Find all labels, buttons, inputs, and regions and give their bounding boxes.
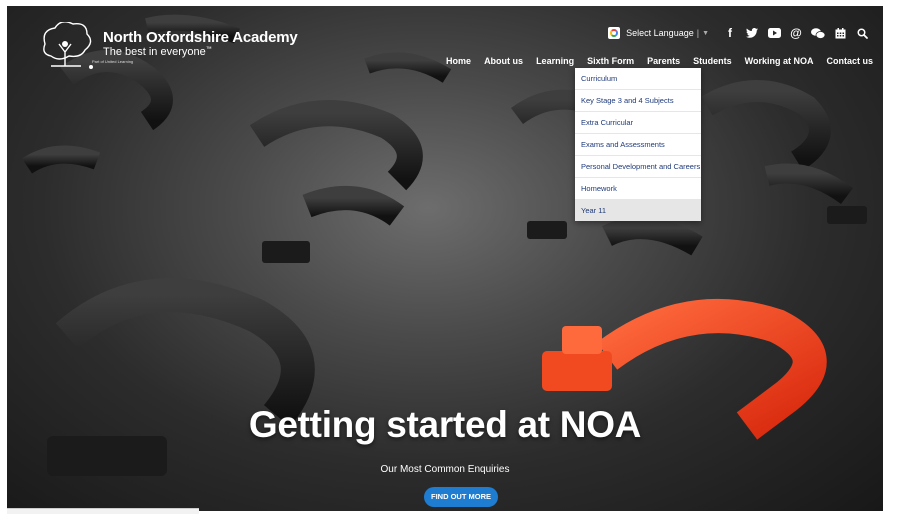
twitter-icon[interactable]	[741, 24, 763, 42]
nav-sixth-form[interactable]: Sixth Form	[587, 56, 634, 66]
google-translate-icon	[608, 27, 621, 39]
youtube-icon[interactable]	[763, 24, 785, 42]
dropdown-item-homework[interactable]: Homework	[575, 178, 701, 200]
dropdown-item-extra-curricular[interactable]: Extra Curricular	[575, 112, 701, 134]
chat-icon[interactable]	[807, 24, 829, 42]
nav-contact-us[interactable]: Contact us	[826, 56, 873, 66]
part-of-united-learning: Part of United Learning	[92, 59, 134, 64]
hero-banner: North Oxfordshire Academy The best in ev…	[7, 6, 883, 511]
dropdown-item-curriculum[interactable]: Curriculum	[575, 68, 701, 90]
nav-home[interactable]: Home	[446, 56, 471, 66]
nav-working-at-noa[interactable]: Working at NOA	[745, 56, 814, 66]
language-label: Select Language	[626, 28, 694, 38]
dropdown-item-exams-assessments[interactable]: Exams and Assessments	[575, 134, 701, 156]
utility-bar: Select Language | ▼ f @	[608, 24, 873, 42]
dropdown-item-key-stage-subjects[interactable]: Key Stage 3 and 4 Subjects	[575, 90, 701, 112]
calendar-icon[interactable]	[829, 24, 851, 42]
school-logo[interactable]: North Oxfordshire Academy The best in ev…	[37, 20, 298, 74]
school-name: North Oxfordshire Academy	[103, 29, 298, 46]
chevron-down-icon: ▼	[702, 29, 709, 37]
find-out-more-button[interactable]: FIND OUT MORE	[424, 487, 498, 507]
nav-learning[interactable]: Learning	[536, 56, 574, 66]
nav-about-us[interactable]: About us	[484, 56, 523, 66]
language-separator: |	[696, 28, 700, 38]
school-tagline: The best in everyone™	[103, 46, 212, 58]
nav-students[interactable]: Students	[693, 56, 732, 66]
dropdown-item-year-11[interactable]: Year 11	[575, 200, 701, 221]
hero-subtitle: Our Most Common Enquiries	[380, 464, 510, 475]
nav-parents[interactable]: Parents	[647, 56, 680, 66]
status-bar	[7, 508, 199, 514]
language-selector[interactable]: Select Language | ▼	[608, 27, 709, 39]
tree-logo-icon	[43, 22, 93, 69]
email-icon[interactable]: @	[785, 24, 807, 42]
facebook-icon[interactable]: f	[719, 24, 741, 42]
dropdown-item-personal-development[interactable]: Personal Development and Careers	[575, 156, 701, 178]
hero-title: Getting started at NOA	[248, 404, 642, 445]
learning-dropdown-menu: Curriculum Key Stage 3 and 4 Subjects Ex…	[575, 68, 701, 221]
search-icon[interactable]	[851, 24, 873, 42]
